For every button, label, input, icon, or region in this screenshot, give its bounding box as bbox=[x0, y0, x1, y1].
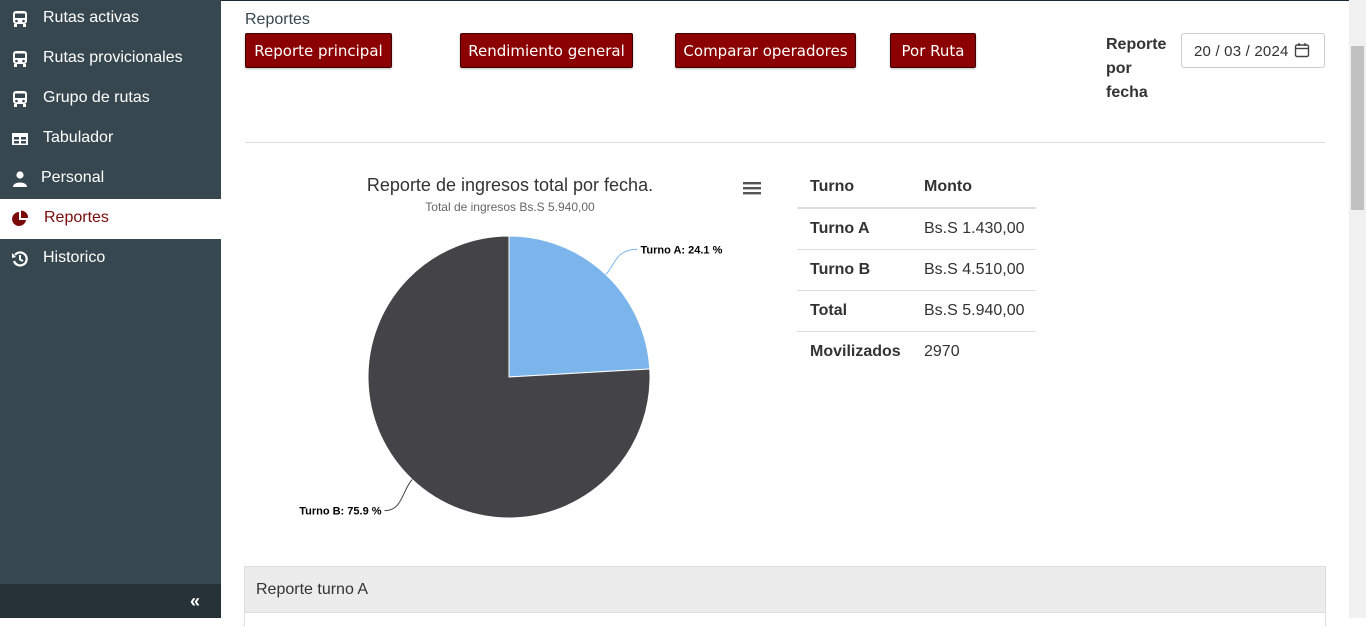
sidebar-item-reportes[interactable]: Reportes bbox=[0, 199, 221, 239]
pie-data-label: Turno A: 24.1 % bbox=[640, 244, 722, 256]
reporte-principal-button[interactable]: Reporte principal bbox=[245, 33, 392, 68]
sidebar-item-label: Historico bbox=[43, 249, 106, 266]
pie-slice-turno-a[interactable] bbox=[508, 235, 651, 378]
table-row: Turno B Bs.S 4.510,00 bbox=[797, 249, 1036, 291]
column-header-turno: Turno bbox=[797, 167, 911, 209]
sidebar-collapse-bar[interactable]: « bbox=[0, 584, 221, 618]
table-cell-key: Total bbox=[797, 290, 911, 332]
scrollbar[interactable] bbox=[1349, 0, 1366, 618]
table-header-row: Turno Monto bbox=[797, 167, 1036, 209]
double-chevron-left-icon[interactable]: « bbox=[190, 591, 200, 612]
summary-table: Turno Monto Turno A Bs.S 1.430,00 Turno … bbox=[797, 167, 1036, 372]
sidebar-item-historico[interactable]: Historico bbox=[0, 239, 221, 279]
bus-icon bbox=[13, 51, 27, 67]
reporte-turno-a-panel: Reporte turno A bbox=[244, 566, 1326, 627]
bus-icon bbox=[13, 11, 27, 27]
bus-icon bbox=[13, 91, 27, 107]
sidebar-item-rutas-provicionales[interactable]: Rutas provicionales bbox=[0, 39, 221, 79]
date-filter-label: Reporte por fecha bbox=[1106, 36, 1167, 101]
page-title: Reportes bbox=[245, 11, 310, 28]
sidebar-item-grupo-de-rutas[interactable]: Grupo de rutas bbox=[0, 79, 221, 119]
table-cell-key: Turno B bbox=[797, 249, 911, 291]
sidebar-item-label: Personal bbox=[41, 169, 105, 186]
column-header-monto: Monto bbox=[911, 167, 1036, 209]
divider bbox=[245, 142, 1325, 143]
pie-chart: Turno A: 24.1 % Turno B: 75.9 % bbox=[299, 235, 723, 519]
table-cell-key: Movilizados bbox=[810, 342, 901, 360]
rendimiento-general-button[interactable]: Rendimiento general bbox=[460, 33, 633, 68]
calendar-icon[interactable] bbox=[1294, 42, 1310, 58]
table-cell-value: Bs.S 4.510,00 bbox=[911, 249, 1036, 291]
pie-connector-line bbox=[605, 248, 638, 275]
chart-title: Reporte de ingresos total por fecha. bbox=[366, 175, 654, 195]
sidebar-item-tabulador[interactable]: Tabulador bbox=[0, 119, 221, 159]
sidebar-item-personal[interactable]: Personal bbox=[0, 159, 221, 199]
top-border bbox=[221, 0, 1366, 1]
hamburger-menu-icon[interactable] bbox=[743, 181, 761, 195]
pie-chart-icon bbox=[12, 210, 29, 226]
table-row: Movilizados 2970 bbox=[797, 331, 1036, 372]
scrollbar-thumb[interactable] bbox=[1351, 46, 1364, 210]
sidebar: Rutas activas Rutas provicionales Grupo … bbox=[0, 0, 221, 618]
pie-data-label: Turno B: 75.9 % bbox=[299, 506, 382, 518]
date-input-value: 20 / 03 / 2024 bbox=[1194, 43, 1289, 60]
sidebar-item-rutas-activas[interactable]: Rutas activas bbox=[0, 0, 221, 39]
table-icon bbox=[12, 133, 28, 145]
user-icon bbox=[13, 171, 27, 187]
table-cell-value: 2970 bbox=[924, 342, 960, 360]
table-row: Total Bs.S 5.940,00 bbox=[797, 290, 1036, 332]
table-cell-key: Turno A bbox=[797, 208, 911, 250]
chart-subtitle: Total de ingresos Bs.S 5.940,00 bbox=[425, 200, 595, 214]
history-icon bbox=[12, 251, 28, 267]
sidebar-item-label: Grupo de rutas bbox=[43, 89, 150, 106]
pie-connector-line bbox=[384, 479, 413, 512]
sidebar-item-label: Rutas provicionales bbox=[43, 49, 183, 66]
table-cell-value: Bs.S 1.430,00 bbox=[911, 208, 1036, 250]
table-row: Turno A Bs.S 1.430,00 bbox=[797, 208, 1036, 250]
sidebar-item-label: Reportes bbox=[44, 209, 109, 226]
por-ruta-button[interactable]: Por Ruta bbox=[890, 33, 976, 68]
sidebar-item-label: Tabulador bbox=[43, 129, 114, 146]
comparar-operadores-button[interactable]: Comparar operadores bbox=[675, 33, 856, 68]
date-input[interactable]: 20 / 03 / 2024 bbox=[1181, 33, 1325, 68]
panel-body bbox=[245, 612, 1325, 627]
sidebar-item-label: Rutas activas bbox=[43, 9, 140, 26]
panel-title: Reporte turno A bbox=[256, 581, 369, 598]
table-cell-value: Bs.S 5.940,00 bbox=[911, 290, 1036, 332]
